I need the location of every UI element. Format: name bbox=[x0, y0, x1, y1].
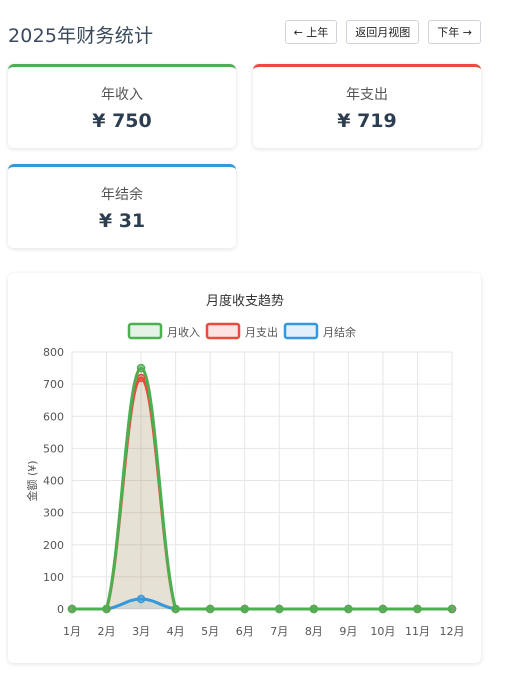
x-axis-ticks: 1月 2月 3月 4月 5月 6月 7月 8月 9月 10月 11月 12月 bbox=[63, 625, 465, 638]
x-tick-label: 2月 bbox=[98, 625, 116, 638]
x-tick-label: 6月 bbox=[236, 625, 254, 638]
data-point[interactable] bbox=[240, 604, 249, 614]
expense-card: 年支出 ¥ 719 bbox=[253, 64, 481, 148]
y-tick-label: 700 bbox=[43, 378, 64, 391]
data-point[interactable] bbox=[136, 594, 146, 604]
prev-year-button[interactable]: ← 上年 bbox=[284, 20, 338, 44]
chart-legend: 月收入 月支出 月结余 bbox=[127, 322, 356, 340]
expense-label: 年支出 bbox=[346, 87, 388, 103]
legend-label: 月支出 bbox=[245, 325, 278, 339]
legend-swatch bbox=[283, 322, 319, 340]
data-point[interactable] bbox=[102, 604, 111, 614]
balance-card: 年结余 ¥ 31 bbox=[8, 164, 236, 248]
y-tick-label: 600 bbox=[43, 410, 64, 423]
next-year-button[interactable]: 下年 → bbox=[428, 20, 481, 44]
income-card: 年收入 ¥ 750 bbox=[8, 64, 236, 148]
y-axis-label: 金额 (¥) bbox=[25, 460, 39, 501]
chart-series bbox=[67, 363, 457, 614]
y-tick-label: 0 bbox=[57, 603, 64, 616]
data-point[interactable] bbox=[378, 604, 388, 614]
series-area bbox=[72, 368, 452, 609]
y-tick-label: 200 bbox=[43, 539, 64, 552]
month-view-button[interactable]: 返回月视图 bbox=[346, 20, 420, 44]
data-point[interactable] bbox=[171, 604, 180, 614]
balance-label: 年结余 bbox=[101, 187, 143, 203]
chart-title: 月度收支趋势 bbox=[206, 293, 284, 309]
data-point[interactable] bbox=[275, 604, 284, 614]
y-tick-label: 500 bbox=[43, 442, 64, 455]
x-tick-label: 8月 bbox=[305, 625, 323, 638]
data-point[interactable] bbox=[413, 604, 422, 614]
x-tick-label: 11月 bbox=[405, 625, 430, 638]
data-point[interactable] bbox=[136, 373, 146, 383]
data-point[interactable] bbox=[205, 604, 215, 614]
y-tick-label: 400 bbox=[43, 475, 64, 488]
x-tick-label: 7月 bbox=[270, 625, 288, 638]
data-point[interactable] bbox=[447, 604, 457, 614]
y-axis-ticks: 0 100 200 300 400 500 600 700 800 bbox=[43, 346, 64, 616]
year-nav: ← 上年 返回月视图 下年 → bbox=[284, 20, 481, 44]
y-tick-label: 300 bbox=[43, 507, 64, 520]
x-tick-label: 4月 bbox=[167, 625, 185, 638]
legend-label: 月收入 bbox=[167, 325, 200, 339]
monthly-trend-chart: 月度收支趋势 月收入 月支出 月结余 0 100 200 300 400 500 600 700 8… bbox=[25, 293, 465, 638]
data-point[interactable] bbox=[67, 604, 77, 614]
x-tick-label: 10月 bbox=[370, 625, 395, 638]
legend-swatch bbox=[205, 322, 241, 340]
data-point[interactable] bbox=[136, 363, 146, 373]
x-tick-label: 9月 bbox=[339, 625, 357, 638]
legend-label: 月结余 bbox=[323, 325, 356, 339]
balance-value: ¥ 31 bbox=[98, 210, 146, 232]
legend-swatch bbox=[127, 322, 163, 340]
chart-card: 月度收支趋势 月收入 月支出 月结余 0 100 200 300 400 500 600 700 8… bbox=[8, 273, 481, 663]
x-tick-label: 3月 bbox=[132, 625, 150, 638]
y-tick-label: 100 bbox=[43, 571, 64, 584]
data-point[interactable] bbox=[344, 604, 353, 614]
expense-value: ¥ 719 bbox=[337, 110, 397, 132]
page-title: 2025年财务统计 bbox=[8, 25, 154, 47]
x-tick-label: 1月 bbox=[63, 625, 81, 638]
data-point[interactable] bbox=[309, 604, 319, 614]
y-tick-label: 800 bbox=[43, 346, 64, 359]
income-label: 年收入 bbox=[101, 87, 143, 103]
income-value: ¥ 750 bbox=[92, 110, 152, 132]
x-tick-label: 5月 bbox=[201, 625, 219, 638]
x-tick-label: 12月 bbox=[440, 625, 465, 638]
